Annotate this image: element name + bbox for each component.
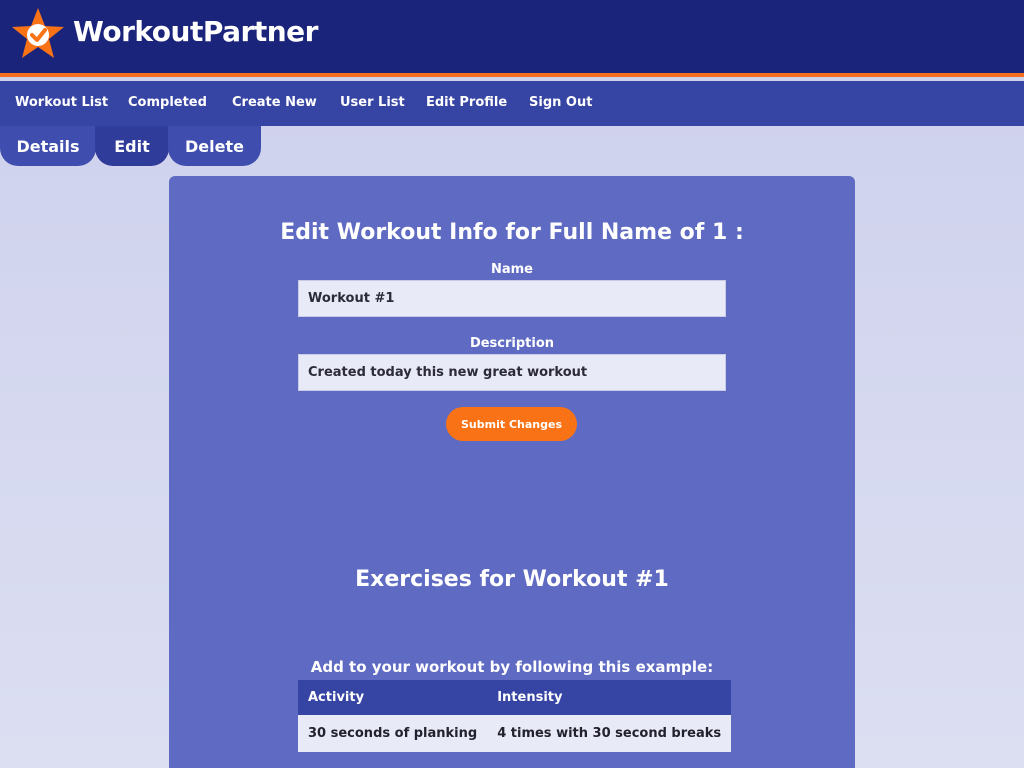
- tab-details[interactable]: Details: [0, 126, 96, 166]
- nav-user-list[interactable]: User List: [340, 95, 405, 110]
- star-check-icon[interactable]: [10, 6, 66, 62]
- name-label: Name: [490, 262, 533, 277]
- table-header-row: Activity Intensity: [298, 680, 732, 715]
- edit-workout-panel: Edit Workout Info for Full Name of 1 : N…: [169, 176, 855, 768]
- example-table: Activity Intensity 30 seconds of plankin…: [298, 680, 732, 752]
- brand-name[interactable]: WorkoutPartner: [73, 15, 318, 48]
- nav-create-new[interactable]: Create New: [232, 95, 317, 110]
- nav-edit-profile[interactable]: Edit Profile: [426, 95, 507, 110]
- form-title: Edit Workout Info for Full Name of 1 :: [280, 220, 744, 245]
- name-input[interactable]: [298, 280, 726, 317]
- description-input[interactable]: [298, 354, 726, 391]
- column-header-intensity: Intensity: [487, 680, 732, 715]
- intensity-cell: 4 times with 30 second breaks: [487, 715, 732, 752]
- exercises-title: Exercises for Workout #1: [355, 567, 669, 592]
- nav-completed[interactable]: Completed: [128, 95, 207, 110]
- table-row: 30 seconds of planking 4 times with 30 s…: [298, 715, 732, 752]
- activity-cell: 30 seconds of planking: [298, 715, 488, 752]
- submit-changes-button[interactable]: Submit Changes: [446, 407, 577, 441]
- nav-workout-list[interactable]: Workout List: [15, 95, 108, 110]
- app-header: WorkoutPartner: [0, 0, 1024, 77]
- main-nav: Workout List Completed Create New User L…: [0, 81, 1024, 126]
- description-label: Description: [469, 336, 555, 351]
- tab-delete[interactable]: Delete: [168, 126, 261, 166]
- nav-sign-out[interactable]: Sign Out: [529, 95, 592, 110]
- exercises-hint: Add to your workout by following this ex…: [310, 658, 714, 676]
- tab-edit[interactable]: Edit: [95, 126, 169, 166]
- column-header-activity: Activity: [298, 680, 488, 715]
